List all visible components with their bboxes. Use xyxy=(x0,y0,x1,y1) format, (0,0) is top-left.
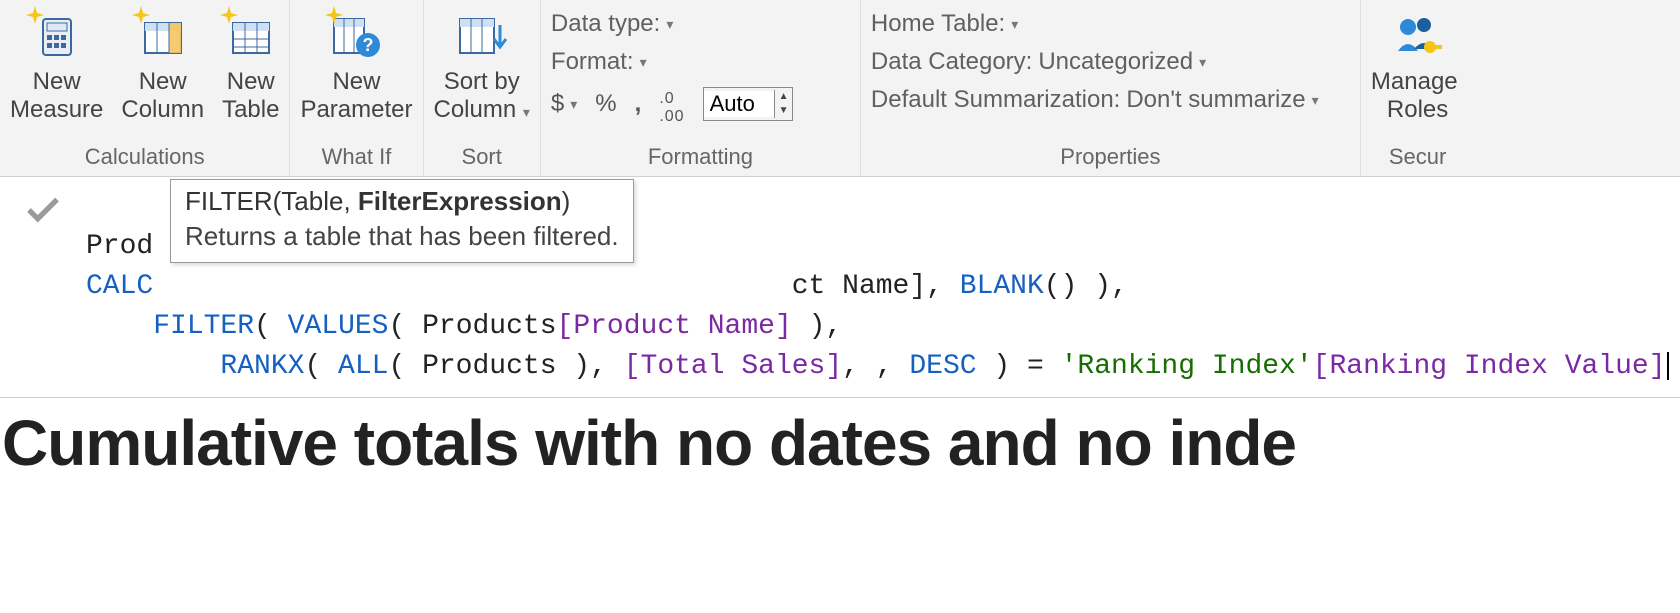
group-sort: Sort by Column ▾ Sort xyxy=(424,0,541,176)
group-security: Manage Roles Secur xyxy=(1361,0,1474,176)
check-icon xyxy=(22,189,64,231)
chevron-down-icon: ▾ xyxy=(666,16,673,33)
manage-roles-icon xyxy=(1392,11,1444,63)
formula-bar: Prod CALCULATE( IF( HASONEVALUE( Product… xyxy=(0,177,1680,398)
sparkle-icon xyxy=(220,6,238,24)
percent-format-button[interactable]: % xyxy=(595,90,616,118)
chevron-down-icon: ▾ xyxy=(1199,54,1206,71)
new-parameter-button[interactable]: ? New Parameter xyxy=(300,4,412,124)
chevron-down-icon: ▾ xyxy=(523,104,530,120)
manage-roles-label: Manage Roles xyxy=(1371,68,1464,124)
spin-down-icon[interactable]: ▼ xyxy=(775,104,793,118)
format-dropdown[interactable]: Format: ▾ xyxy=(551,48,647,76)
thousands-separator-button[interactable]: , xyxy=(635,90,642,118)
chevron-down-icon: ▾ xyxy=(570,96,577,113)
tooltip-signature: FILTER(Table, FilterExpression) xyxy=(185,186,619,217)
new-table-button[interactable]: New Table xyxy=(222,4,279,124)
tooltip-description: Returns a table that has been filtered. xyxy=(185,221,619,252)
sort-by-column-icon xyxy=(456,11,508,63)
sparkle-icon xyxy=(325,6,343,24)
group-calculations: New Measure New Column xyxy=(0,0,290,176)
decimal-places-stepper[interactable]: ▲ ▼ xyxy=(703,87,794,121)
group-label-formatting: Formatting xyxy=(648,140,753,176)
group-label-security: Secur xyxy=(1389,140,1446,176)
manage-roles-button[interactable]: Manage Roles xyxy=(1371,4,1464,124)
group-label-properties: Properties xyxy=(1060,140,1160,176)
currency-format-button[interactable]: $ ▾ xyxy=(551,90,577,118)
new-parameter-label: New Parameter xyxy=(300,68,412,124)
group-label-sort: Sort xyxy=(462,140,502,176)
new-table-label: New Table xyxy=(222,68,279,124)
default-summarization-dropdown[interactable]: Default Summarization: Don't summarize ▾ xyxy=(871,86,1350,114)
page-title: Cumulative totals with no dates and no i… xyxy=(0,398,1680,480)
chevron-down-icon: ▾ xyxy=(1011,16,1018,33)
text-cursor xyxy=(1667,352,1669,380)
group-properties: Home Table: ▾ Data Category: Uncategoriz… xyxy=(861,0,1361,176)
group-formatting: Data type: ▾ Format: ▾ $ ▾ % xyxy=(541,0,861,176)
new-measure-label: New Measure xyxy=(10,68,103,124)
data-category-dropdown[interactable]: Data Category: Uncategorized ▾ xyxy=(871,48,1350,76)
new-column-label: New Column xyxy=(121,68,204,124)
sparkle-icon xyxy=(26,6,44,24)
new-column-button[interactable]: New Column xyxy=(121,4,204,124)
svg-text:?: ? xyxy=(363,35,374,55)
sparkle-icon xyxy=(132,6,150,24)
group-label-whatif: What If xyxy=(322,140,392,176)
chevron-down-icon: ▾ xyxy=(1312,92,1319,109)
spin-up-icon[interactable]: ▲ xyxy=(775,90,793,104)
decimal-places-input[interactable] xyxy=(704,91,774,117)
new-measure-button[interactable]: New Measure xyxy=(10,4,103,124)
group-whatif: ? New Parameter What If xyxy=(290,0,423,176)
data-type-dropdown[interactable]: Data type: ▾ xyxy=(551,10,673,38)
ribbon: New Measure New Column xyxy=(0,0,1680,177)
decimal-icon: .0.00 xyxy=(659,90,684,126)
chevron-down-icon: ▾ xyxy=(640,54,647,71)
sort-by-column-button[interactable]: Sort by Column ▾ xyxy=(434,4,530,126)
commit-formula-button[interactable] xyxy=(8,183,78,231)
home-table-dropdown[interactable]: Home Table: ▾ xyxy=(871,10,1350,38)
sort-by-column-label: Sort by Column ▾ xyxy=(434,68,530,126)
intellisense-tooltip: FILTER(Table, FilterExpression) Returns … xyxy=(170,179,634,263)
group-label-calculations: Calculations xyxy=(85,140,205,176)
